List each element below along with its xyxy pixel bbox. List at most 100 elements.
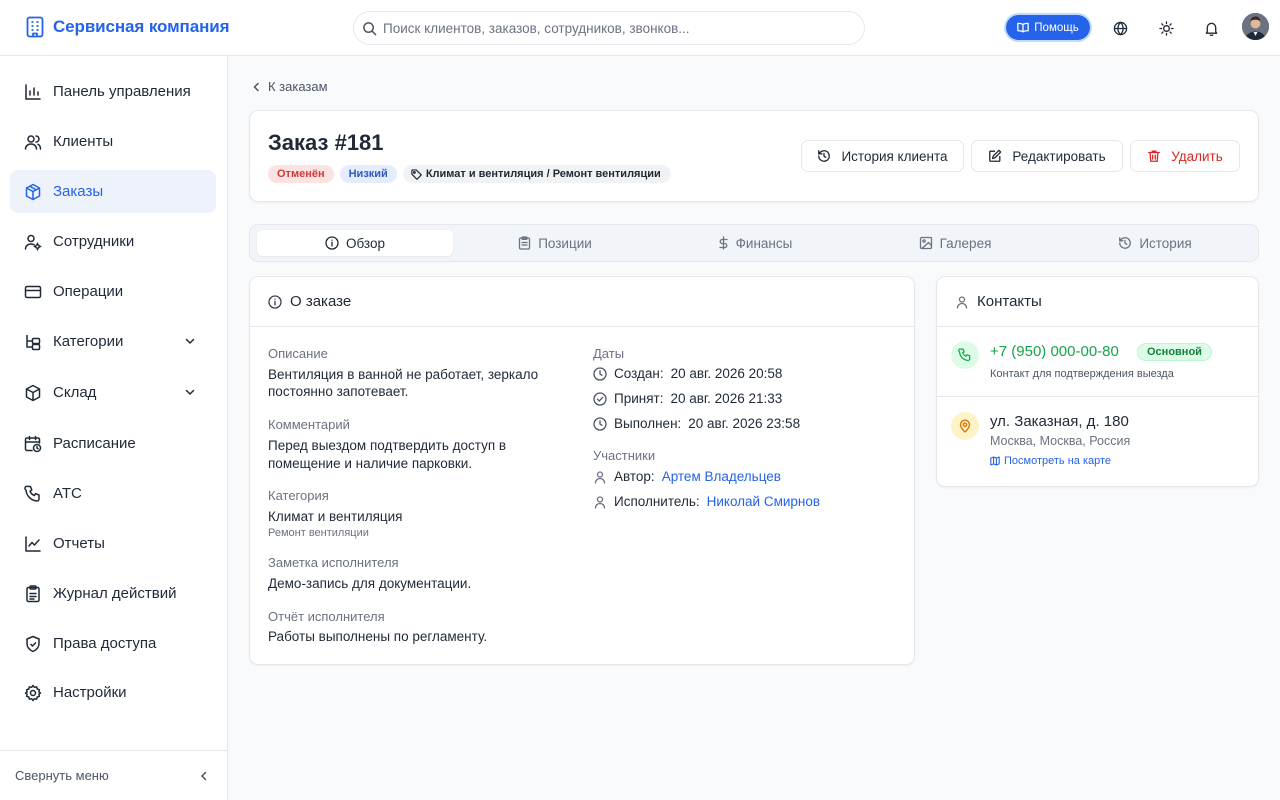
sidebar-item-label: Журнал действий (53, 585, 177, 602)
tab-overview[interactable]: Обзор (257, 230, 453, 256)
tab-items[interactable]: Позиции (457, 230, 653, 256)
dollar-icon (718, 236, 729, 250)
user-avatar[interactable] (1242, 13, 1269, 40)
tab-label: Позиции (538, 235, 592, 251)
contacts-card: Контакты +7 (950) 000-00-80 Основной Кон… (936, 276, 1259, 487)
address-row: ул. Заказная, д. 180 Москва, Москва, Рос… (937, 398, 1258, 486)
edit-button[interactable]: Редактировать (971, 140, 1123, 172)
phone-icon (24, 485, 42, 503)
executor-link[interactable]: Николай Смирнов (707, 494, 820, 509)
view-on-map-label: Посмотреть на карте (1004, 455, 1112, 467)
category-badge: Климат и вентиляция / Ремонт вентиляции (402, 165, 671, 183)
sidebar: Панель управления Клиенты Заказы Сотрудн… (0, 56, 228, 800)
sidebar-item-label: Заказы (53, 183, 104, 200)
sidebar-item-reports[interactable]: Отчеты (10, 522, 216, 565)
tree-icon (24, 333, 42, 351)
search-input[interactable] (383, 20, 843, 36)
calendar-clock-icon (24, 435, 42, 453)
view-on-map-link[interactable]: Посмотреть на карте (990, 455, 1111, 467)
delete-button[interactable]: Удалить (1130, 140, 1240, 172)
bell-icon[interactable] (1201, 18, 1221, 38)
phone-link[interactable]: +7 (950) 000-00-80 (990, 343, 1119, 360)
page-title: Заказ #181 (268, 130, 384, 155)
tab-history[interactable]: История (1057, 230, 1253, 256)
sidebar-item-clients[interactable]: Клиенты (10, 120, 216, 163)
chevron-down-icon (184, 386, 196, 398)
image-icon (919, 236, 933, 250)
info-icon (325, 236, 339, 250)
primary-contact-badge: Основной (1137, 343, 1212, 361)
sidebar-item-label: Панель управления (53, 83, 191, 100)
building-icon (26, 16, 44, 38)
sidebar-item-activity-log[interactable]: Журнал действий (10, 572, 216, 615)
history-icon (817, 149, 831, 163)
trash-icon (1147, 149, 1161, 163)
created-value: 20 авг. 2026 20:58 (670, 366, 783, 381)
executor-label: Исполнитель: (614, 494, 700, 509)
clipboard-icon (24, 584, 42, 603)
comment-label: Комментарий (268, 417, 350, 432)
created-row: Создан: 20 авг. 2026 20:58 (593, 366, 782, 381)
sidebar-item-settings[interactable]: Настройки (10, 671, 216, 714)
about-card-header: О заказе (250, 277, 914, 327)
tab-label: История (1139, 235, 1192, 251)
sidebar-item-label: АТС (53, 485, 82, 502)
sun-icon[interactable] (1156, 18, 1176, 38)
tag-icon (411, 168, 422, 180)
user-icon (593, 495, 607, 509)
city-value: Москва, Москва, Россия (990, 434, 1131, 448)
sidebar-item-schedule[interactable]: Расписание (10, 422, 216, 465)
history-icon (1118, 236, 1132, 250)
sidebar-item-categories[interactable]: Категории (10, 320, 216, 363)
completed-label: Выполнен: (614, 416, 682, 431)
help-button[interactable]: Помощь (1006, 15, 1090, 40)
sidebar-item-pbx[interactable]: АТС (10, 472, 216, 515)
tab-finances[interactable]: Финансы (657, 230, 853, 256)
sidebar-item-operations[interactable]: Операции (10, 270, 216, 313)
category-badge-label: Климат и вентиляция / Ремонт вентиляции (425, 168, 661, 180)
executor-report-label: Отчёт исполнителя (268, 609, 385, 624)
back-label: К заказам (268, 79, 328, 94)
brand[interactable]: Сервисная компания (26, 16, 230, 38)
globe-icon[interactable] (1110, 18, 1130, 38)
status-badge: Отменён (268, 165, 334, 183)
map-icon (990, 456, 1000, 466)
executor-note-label: Заметка исполнителя (268, 555, 399, 570)
gear-icon (24, 684, 42, 702)
author-row: Автор: Артем Владельцев (593, 469, 781, 484)
accepted-row: Принят: 20 авг. 2026 21:33 (593, 391, 782, 406)
executor-note-value: Демо-запись для документации. (268, 576, 472, 591)
check-circle-icon (593, 391, 607, 406)
address-value: ул. Заказная, д. 180 (990, 413, 1129, 430)
executor-row: Исполнитель: Николай Смирнов (593, 494, 820, 509)
sidebar-item-warehouse[interactable]: Склад (10, 371, 216, 414)
map-pin-icon (951, 412, 979, 440)
search-box[interactable] (353, 11, 865, 45)
clock-icon (593, 416, 607, 431)
author-link[interactable]: Артем Владельцев (662, 469, 781, 484)
back-to-orders-link[interactable]: К заказам (252, 79, 328, 94)
sidebar-item-permissions[interactable]: Права доступа (10, 622, 216, 665)
client-history-label: История клиента (841, 148, 948, 164)
sidebar-item-label: Клиенты (53, 133, 114, 150)
clipboard-list-icon (518, 236, 531, 250)
subcategory-value: Ремонт вентиляции (268, 527, 369, 539)
bar-chart-icon (24, 83, 42, 101)
tab-gallery[interactable]: Галерея (857, 230, 1053, 256)
executor-report-value: Работы выполнены по регламенту. (268, 629, 488, 644)
sidebar-item-dashboard[interactable]: Панель управления (10, 70, 216, 113)
users-icon (24, 133, 42, 151)
client-history-button[interactable]: История клиента (801, 140, 964, 172)
info-icon (268, 294, 282, 309)
main-content: К заказам Заказ #181 Отменён Низкий Клим… (228, 56, 1280, 800)
sidebar-item-orders[interactable]: Заказы (10, 170, 216, 213)
collapse-menu-button[interactable]: Свернуть меню (0, 750, 228, 800)
completed-value: 20 авг. 2026 23:58 (688, 416, 801, 431)
user-cog-icon (24, 233, 42, 251)
completed-row: Выполнен: 20 авг. 2026 23:58 (593, 416, 800, 431)
contacts-card-header: Контакты (937, 277, 1258, 327)
sidebar-item-employees[interactable]: Сотрудники (10, 220, 216, 263)
description-line1: Вентиляция в ванной не работает, зеркало (268, 367, 539, 382)
sidebar-item-label: Права доступа (53, 635, 157, 652)
help-label: Помощь (1034, 21, 1079, 34)
